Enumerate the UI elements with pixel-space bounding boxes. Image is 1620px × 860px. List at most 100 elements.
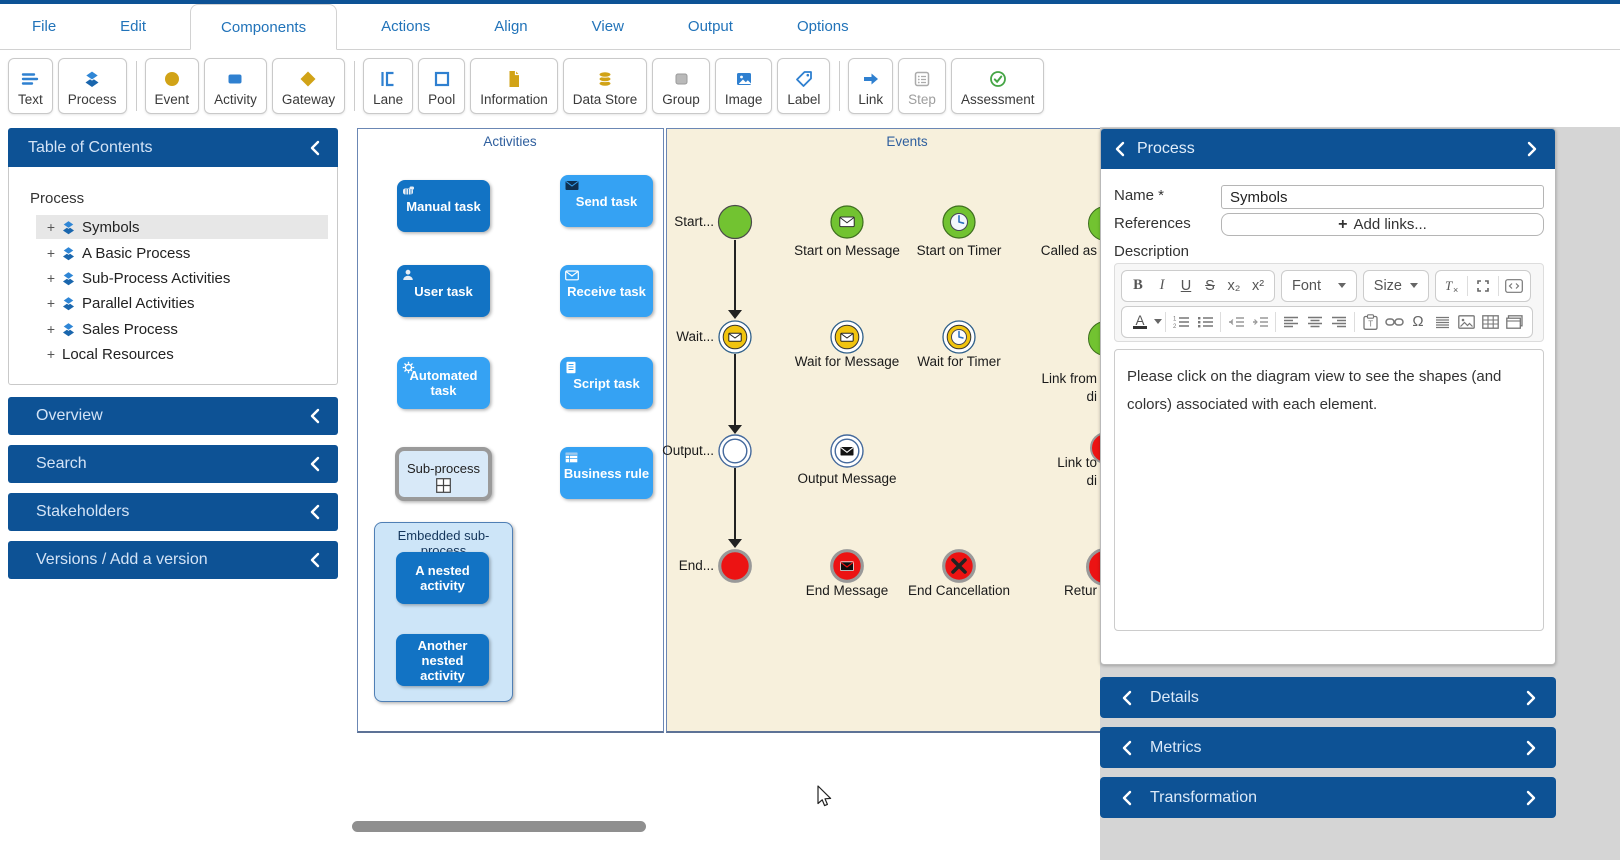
underline-button[interactable]: U [1174,273,1198,299]
subscript-button[interactable]: x₂ [1222,273,1246,299]
description-editor-body[interactable]: Please click on the diagram view to see … [1114,349,1544,631]
expand-right-icon[interactable] [1527,141,1539,157]
toolbar-button-event[interactable]: Event [145,58,200,114]
collapse-left-icon[interactable] [310,408,322,424]
horizontal-scrollbar-thumb[interactable] [352,821,646,832]
toolbar-button-activity[interactable]: Activity [204,58,267,114]
tree-expander[interactable]: + [44,295,58,311]
size-dropdown[interactable]: Size [1363,270,1429,302]
text-color-button[interactable]: A [1128,309,1152,335]
shape-nested-activity-1[interactable]: A nested activity [396,552,489,604]
align-left-icon[interactable] [1279,309,1303,335]
insert-link-icon[interactable] [1382,309,1406,335]
tree-expander[interactable]: + [44,346,58,362]
menu-item-actions[interactable]: Actions [367,4,444,49]
sidebar-panel-stakeholders[interactable]: Stakeholders [8,493,338,531]
maximize-icon[interactable] [1471,273,1495,299]
shape-nested-activity-2[interactable]: Another nested activity [396,634,489,686]
name-input[interactable] [1221,185,1544,209]
toolbar-button-lane[interactable]: Lane [363,58,413,114]
insert-image-icon[interactable] [1454,309,1478,335]
italic-button[interactable]: I [1150,273,1174,299]
toolbar-button-process[interactable]: Process [58,58,127,114]
tree-expander[interactable]: + [44,245,58,261]
menu-item-file[interactable]: File [18,4,70,49]
expand-right-icon[interactable] [1526,790,1538,806]
align-center-icon[interactable] [1303,309,1327,335]
toc-panel-header[interactable]: Table of Contents [8,128,338,167]
metrics-panel-header[interactable]: Metrics [1100,727,1556,768]
menu-item-edit[interactable]: Edit [106,4,160,49]
tree-expander[interactable]: + [44,321,58,337]
toolbar-button-image[interactable]: Image [715,58,773,114]
event-output-message[interactable] [827,431,867,476]
toolbar-button-information[interactable]: Information [470,58,558,114]
shape-script-task[interactable]: Script task [560,357,653,409]
collapse-left-icon[interactable] [310,504,322,520]
menu-item-view[interactable]: View [578,4,638,49]
collapse-left-icon[interactable] [310,552,322,568]
shape-manual-task[interactable]: Manual task [397,180,490,232]
sidebar-panel-search[interactable]: Search [8,445,338,483]
transformation-panel-header[interactable]: Transformation [1100,777,1556,818]
menu-item-align[interactable]: Align [480,4,541,49]
toolbar-button-gateway[interactable]: Gateway [272,58,345,114]
shape-sub-process[interactable]: Sub-process [395,447,492,501]
tree-item-symbols[interactable]: + Symbols [36,215,328,239]
decrease-indent-icon[interactable] [1224,309,1248,335]
increase-indent-icon[interactable] [1248,309,1272,335]
source-code-icon[interactable] [1502,273,1526,299]
toolbar-button-step[interactable]: Step [898,58,946,114]
collapse-left-icon[interactable] [1115,141,1127,157]
menu-item-output[interactable]: Output [674,4,747,49]
tree-expander[interactable]: + [44,219,58,235]
shape-automated-task[interactable]: Automated task [397,357,490,409]
add-links-button[interactable]: + Add links... [1221,213,1544,236]
shape-user-task[interactable]: User task [397,265,490,317]
sidebar-panel-versions[interactable]: Versions / Add a version [8,541,338,579]
tree-item-local-resources[interactable]: + Local Resources [36,342,328,366]
special-char-button[interactable]: Ω [1406,309,1430,335]
font-dropdown[interactable]: Font [1281,270,1357,302]
collapse-left-icon[interactable] [310,140,322,156]
toolbar-button-link[interactable]: Link [848,58,893,114]
bold-button[interactable]: B [1126,273,1150,299]
process-panel-header[interactable]: Process [1101,129,1555,169]
strikethrough-button[interactable]: S [1198,273,1222,299]
event-start-on-message[interactable] [827,202,867,247]
tree-item-parallel-activities[interactable]: + Parallel Activities [36,291,328,315]
details-panel-header[interactable]: Details [1100,677,1556,718]
tree-expander[interactable]: + [44,270,58,286]
menu-item-options[interactable]: Options [783,4,863,49]
collapse-left-icon[interactable] [1122,740,1134,756]
bullet-list-icon[interactable] [1193,309,1217,335]
menu-tab-components-active[interactable]: Components [190,4,337,50]
tree-item-a-basic-process[interactable]: + A Basic Process [36,241,328,265]
expand-right-icon[interactable] [1526,690,1538,706]
collapse-left-icon[interactable] [310,456,322,472]
horizontal-rule-icon[interactable] [1430,309,1454,335]
collapse-left-icon[interactable] [1122,690,1134,706]
sidebar-panel-overview[interactable]: Overview [8,397,338,435]
toolbar-button-assessment[interactable]: Assessment [951,58,1045,114]
tree-item-sub-process-activities[interactable]: + Sub-Process Activities [36,266,328,290]
iframe-icon[interactable] [1502,309,1526,335]
event-start-on-timer[interactable] [939,202,979,247]
numbered-list-icon[interactable]: 12 [1169,309,1193,335]
paste-template-icon[interactable]: T [1358,309,1382,335]
remove-format-button[interactable]: T× [1440,273,1464,299]
align-right-icon[interactable] [1327,309,1351,335]
toolbar-button-data-store[interactable]: Data Store [563,58,648,114]
toolbar-button-group[interactable]: Group [652,58,710,114]
insert-table-icon[interactable] [1478,309,1502,335]
tree-root-label[interactable]: Process [30,190,84,207]
expand-right-icon[interactable] [1526,740,1538,756]
superscript-button[interactable]: x² [1246,273,1270,299]
toolbar-button-label[interactable]: Label [777,58,830,114]
shape-receive-task[interactable]: Receive task [560,265,653,317]
collapse-left-icon[interactable] [1122,790,1134,806]
toolbar-button-text[interactable]: Text [8,58,53,114]
toolbar-button-pool[interactable]: Pool [418,58,465,114]
event-end[interactable] [715,546,755,591]
tree-item-sales-process[interactable]: + Sales Process [36,317,328,341]
